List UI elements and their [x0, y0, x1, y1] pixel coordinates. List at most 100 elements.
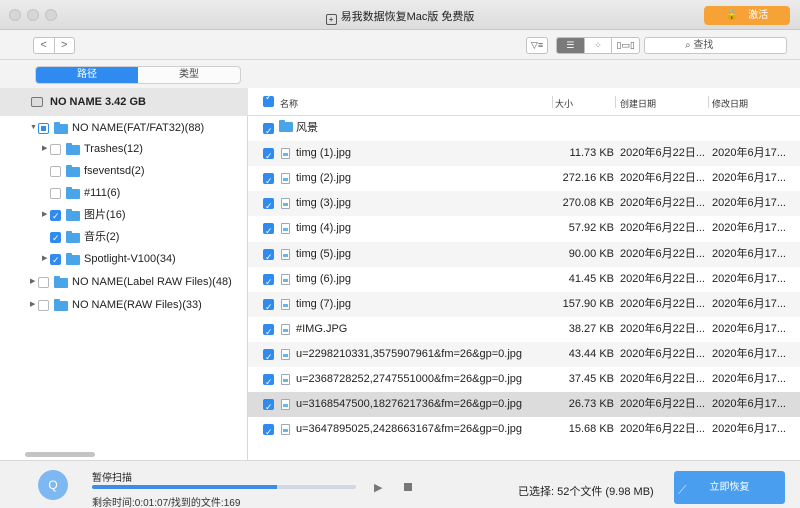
table-row[interactable]: u=3647895025,2428663167&fm=26&gp=0.jpg 15… — [248, 417, 800, 445]
column-name-header[interactable]: 名称 — [280, 97, 298, 110]
recover-now-button[interactable]: ⟋ 立即恢复 — [674, 471, 785, 504]
table-row[interactable]: u=2368728252,2747551000&fm=26&gp=0.jpg 37… — [248, 367, 800, 395]
table-row[interactable]: timg (3).jpg 270.08 KB 2020年6月22日... 2020年6… — [248, 191, 800, 219]
file-modified-date: 2020年6月17... — [712, 347, 786, 360]
table-row[interactable]: timg (4).jpg 57.92 KB 2020年6月22日... 2020年6月… — [248, 216, 800, 244]
tree-node[interactable]: fseventsd(2) — [0, 161, 248, 181]
file-created-date: 2020年6月22日... — [620, 423, 705, 436]
row-checkbox[interactable] — [263, 395, 274, 420]
tree-node[interactable]: ▶ NO NAME(RAW Files)(33) — [0, 295, 248, 315]
table-row[interactable]: #IMG.JPG 38.27 KB 2020年6月22日... 2020年6月17..… — [248, 317, 800, 345]
table-row[interactable]: u=2298210331,3575907961&fm=26&gp=0.jpg 43… — [248, 341, 800, 370]
tree-checkbox[interactable] — [50, 144, 61, 155]
table-row[interactable]: timg (7).jpg 157.90 KB 2020年6月22日... 2020年6… — [248, 291, 800, 320]
row-checkbox[interactable] — [263, 345, 274, 370]
table-row[interactable]: u=3168547500,1827621736&fm=26&gp=0.jpg 26… — [248, 392, 800, 420]
column-size-header[interactable]: 大小 — [555, 97, 573, 110]
tree-checkbox[interactable] — [38, 277, 49, 288]
row-checkbox[interactable] — [263, 370, 274, 395]
disclosure-closed-icon[interactable]: ▶ — [30, 272, 38, 292]
row-checkbox[interactable] — [263, 119, 274, 144]
tree-checkbox[interactable] — [50, 188, 61, 199]
activate-button[interactable]: 🔒 激活 — [704, 6, 790, 25]
tree-checkbox[interactable] — [50, 250, 61, 270]
select-all-checkbox[interactable] — [263, 92, 274, 107]
tree-node[interactable]: ▶ Spotlight-V100(34) — [0, 249, 248, 270]
column-divider[interactable] — [708, 96, 709, 108]
disclosure-closed-icon[interactable]: ▶ — [42, 139, 50, 159]
scan-status-button[interactable]: Q — [38, 470, 68, 500]
filter-icon[interactable]: ▽≡ — [526, 37, 548, 54]
file-modified-date: 2020年6月17... — [712, 297, 786, 310]
file-name: 风景 — [296, 122, 318, 134]
file-size: 57.92 KB — [568, 222, 614, 235]
scan-status-label[interactable]: 暂停扫描 — [92, 469, 132, 484]
grid-view-icon[interactable]: ⁘ — [585, 38, 613, 53]
search-icon: Q — [48, 478, 58, 492]
row-checkbox[interactable] — [263, 169, 274, 194]
forward-button[interactable]: > — [55, 38, 75, 53]
list-view-icon[interactable]: ☰ — [557, 38, 585, 53]
file-size: 11.73 KB — [569, 147, 614, 160]
file-name: timg (3).jpg — [296, 197, 352, 210]
row-checkbox[interactable] — [263, 245, 274, 270]
row-checkbox[interactable] — [263, 320, 274, 345]
disclosure-open-icon[interactable]: ▼ — [30, 118, 38, 138]
table-row[interactable]: timg (5).jpg 90.00 KB 2020年6月22日... 2020年6月… — [248, 241, 800, 270]
file-size: 26.73 KB — [568, 398, 614, 411]
magic-wand-icon: ⟋ — [678, 483, 687, 497]
drive-header[interactable]: NO NAME 3.42 GB — [0, 88, 248, 116]
column-view-icon[interactable]: ▯▭▯ — [612, 38, 639, 53]
tree-checkbox[interactable] — [50, 166, 61, 177]
nav-buttons: < > — [33, 37, 75, 54]
stop-icon[interactable] — [404, 483, 412, 491]
tree-node[interactable]: ▶ NO NAME(Label RAW Files)(48) — [0, 272, 248, 292]
tree-node[interactable]: 音乐(2) — [0, 227, 248, 248]
file-name: timg (5).jpg — [296, 247, 352, 260]
tree-node[interactable]: ▶ Trashes(12) — [0, 139, 248, 159]
row-checkbox[interactable] — [263, 144, 274, 169]
search-input[interactable]: ⌕ 查找 — [644, 37, 787, 54]
folder-icon — [54, 299, 68, 311]
file-modified-date: 2020年6月17... — [712, 147, 786, 160]
row-checkbox[interactable] — [263, 194, 274, 219]
tree-node[interactable]: ▶ 图片(16) — [0, 205, 248, 226]
table-row[interactable]: 风景 — [248, 116, 800, 144]
table-row[interactable]: timg (6).jpg 41.45 KB 2020年6月22日... 2020年6月… — [248, 267, 800, 295]
table-row[interactable]: timg (1).jpg 11.73 KB 2020年6月22日... 2020年6月… — [248, 141, 800, 169]
play-icon[interactable]: ▶ — [374, 481, 382, 494]
column-divider[interactable] — [552, 96, 553, 108]
column-divider[interactable] — [615, 96, 616, 108]
tree-node[interactable]: ▼ NO NAME(FAT/FAT32)(88) — [0, 118, 248, 138]
row-checkbox[interactable] — [263, 270, 274, 295]
file-created-date: 2020年6月22日... — [620, 398, 705, 411]
disclosure-closed-icon[interactable]: ▶ — [42, 249, 50, 269]
tree-checkbox[interactable] — [50, 206, 61, 226]
tree-checkbox[interactable] — [38, 123, 49, 134]
row-checkbox[interactable] — [263, 219, 274, 244]
disclosure-closed-icon[interactable]: ▶ — [42, 205, 50, 225]
file-created-date: 2020年6月22日... — [620, 347, 705, 360]
column-created-header[interactable]: 创建日期 — [620, 97, 656, 110]
image-file-icon — [281, 424, 290, 436]
tree-checkbox[interactable] — [50, 228, 61, 248]
table-row[interactable]: timg (2).jpg 272.16 KB 2020年6月22日... 2020年6… — [248, 166, 800, 194]
disclosure-closed-icon[interactable]: ▶ — [30, 295, 38, 315]
file-size: 272.16 KB — [562, 172, 614, 185]
column-modified-header[interactable]: 修改日期 — [712, 97, 748, 110]
file-modified-date: 2020年6月17... — [712, 322, 786, 335]
tab-type[interactable]: 类型 — [138, 67, 240, 83]
row-checkbox[interactable] — [263, 420, 274, 445]
file-size: 37.45 KB — [568, 373, 614, 385]
horizontal-scrollbar[interactable] — [25, 452, 95, 457]
file-created-date: 2020年6月22日... — [620, 322, 705, 335]
file-name: u=3168547500,1827621736&fm=26&gp=0.jpg — [296, 398, 523, 411]
tree-node[interactable]: #111(6) — [0, 183, 248, 203]
tree-checkbox[interactable] — [38, 300, 49, 311]
file-created-date: 2020年6月22日... — [620, 247, 705, 260]
row-checkbox[interactable] — [263, 295, 274, 320]
file-created-date: 2020年6月22日... — [620, 373, 705, 385]
folder-icon — [66, 231, 80, 243]
back-button[interactable]: < — [34, 38, 55, 53]
tab-path[interactable]: 路径 — [36, 67, 138, 83]
